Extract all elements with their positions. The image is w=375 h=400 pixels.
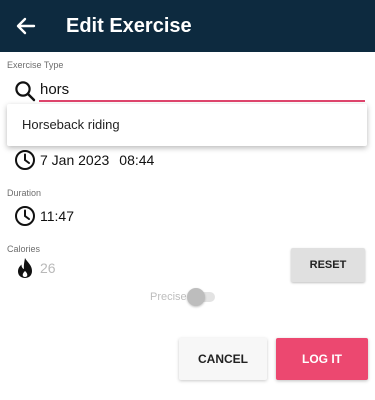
app-bar: Edit Exercise (0, 0, 375, 52)
date-time-field[interactable]: 7 Jan 2023 08:44 (14, 148, 154, 172)
clock-icon (14, 205, 36, 227)
suggestion-item[interactable]: Horseback riding (22, 117, 120, 132)
cancel-button[interactable]: CANCEL (179, 338, 267, 380)
page-title: Edit Exercise (66, 15, 192, 37)
duration-value: 11:47 (40, 208, 74, 224)
toggle-thumb (187, 288, 205, 306)
exercise-type-field (14, 78, 365, 102)
exercise-type-input[interactable] (39, 78, 365, 102)
calories-label: Calories (7, 244, 41, 254)
edit-exercise-screen: Edit Exercise Exercise Type Horseback ri… (0, 0, 375, 400)
back-button[interactable] (14, 14, 38, 38)
precise-label: Precise (150, 291, 187, 303)
search-icon (15, 81, 36, 102)
arrow-left-icon (16, 17, 36, 35)
duration-label: Duration (7, 188, 42, 198)
precise-toggle[interactable] (187, 288, 215, 306)
reset-button[interactable]: RESET (291, 248, 365, 282)
flame-icon (14, 257, 36, 279)
calories-field[interactable]: 26 (14, 256, 56, 280)
autocomplete-dropdown: Horseback riding (7, 104, 367, 146)
date-value: 7 Jan 2023 (40, 152, 110, 168)
exercise-type-label: Exercise Type (7, 60, 64, 70)
calories-value: 26 (40, 260, 56, 276)
clock-icon (14, 149, 36, 171)
log-it-button[interactable]: LOG IT (276, 338, 368, 380)
time-value: 08:44 (119, 152, 155, 168)
duration-field[interactable]: 11:47 (14, 204, 74, 228)
